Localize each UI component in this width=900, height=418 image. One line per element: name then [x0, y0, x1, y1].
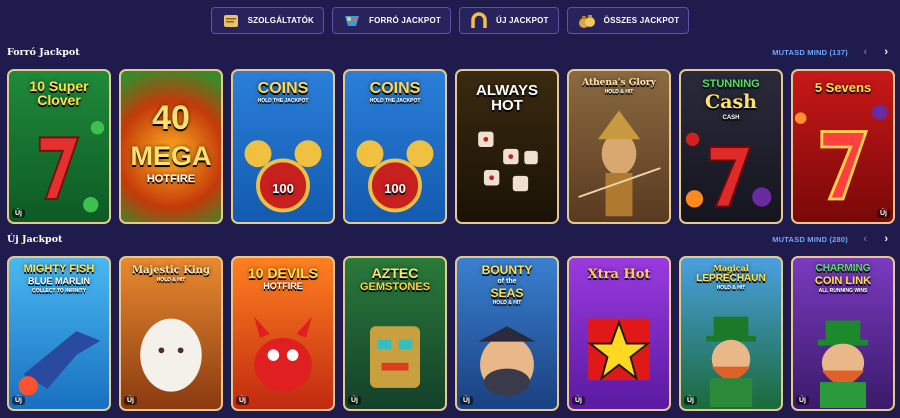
- section-title: Forró Jackpot: [7, 47, 80, 58]
- game-card[interactable]: Xtra Hot Új: [567, 256, 671, 411]
- game-title: Athena's Glory: [582, 78, 656, 88]
- show-all-link[interactable]: MUTASD MIND (280): [772, 235, 848, 244]
- hot-section-header: Forró Jackpot MUTASD MIND (137) ‹ ›: [0, 46, 900, 65]
- new-games-row: MIGHTY FISH BLUE MARLIN COLLECT TO INFIN…: [7, 256, 897, 412]
- game-card[interactable]: COINS HOLD THE JACKPOT 100: [343, 69, 447, 224]
- game-title: BOUNTY: [481, 263, 533, 277]
- tab-providers[interactable]: SZOLGÁLTATÓK: [210, 7, 325, 34]
- game-subtitle: ALL RUNNING WINS: [818, 288, 868, 294]
- new-badge: Új: [348, 396, 361, 405]
- new-badge: Új: [12, 209, 25, 218]
- gem-cup-icon: [341, 12, 363, 30]
- game-card[interactable]: ALWAYS HOT: [455, 69, 559, 224]
- prev-arrow-icon[interactable]: ‹: [863, 46, 867, 58]
- next-arrow-icon[interactable]: ›: [884, 46, 888, 58]
- game-subtitle: COIN LINK: [814, 275, 872, 287]
- game-subtitle: MEGA: [130, 141, 212, 171]
- game-title: Xtra Hot: [587, 267, 651, 282]
- tab-hot-jackpot[interactable]: FORRÓ JACKPOT: [332, 7, 451, 34]
- game-card[interactable]: 5 Sevens Új: [791, 69, 895, 224]
- new-section-header: Új Jackpot MUTASD MIND (280) ‹ ›: [0, 233, 900, 252]
- game-title: 10 DEVILS: [247, 265, 319, 281]
- hot-games-row: 10 Super Clover Új 40 MEGA HOTFIRE COINS …: [7, 69, 897, 225]
- game-card[interactable]: AZTEC GEMSTONES Új: [343, 256, 447, 411]
- new-badge: Új: [877, 209, 890, 218]
- game-subtitle: CASH: [722, 115, 740, 121]
- game-subtitle: HOTFIRE: [146, 173, 196, 185]
- game-subtitle: BLUE MARLIN: [28, 276, 90, 286]
- game-title: 5 Sevens: [814, 80, 872, 95]
- next-arrow-icon[interactable]: ›: [884, 233, 888, 245]
- jackpot-nav: SZOLGÁLTATÓK FORRÓ JACKPOT ÚJ JACKPOT ÖS…: [0, 0, 900, 38]
- prev-arrow-icon[interactable]: ‹: [863, 233, 867, 245]
- new-badge: Új: [684, 396, 697, 405]
- section-title: Új Jackpot: [7, 234, 63, 245]
- game-title: STUNNING: [702, 78, 760, 90]
- tab-label: SZOLGÁLTATÓK: [247, 16, 315, 25]
- game-title: COINS: [257, 80, 309, 97]
- game-title: Magical: [713, 263, 749, 273]
- game-card[interactable]: STUNNING Cash CASH: [679, 69, 783, 224]
- tab-new-jackpot[interactable]: ÚJ JACKPOT: [458, 7, 559, 34]
- game-subtitle: SEAS: [490, 286, 524, 300]
- game-card[interactable]: 10 DEVILS HOTFIRE Új: [231, 256, 335, 411]
- game-title: 10 Super Clover: [29, 78, 89, 108]
- new-badge: Új: [460, 396, 473, 405]
- game-subtitle: of the: [497, 278, 517, 285]
- game-card[interactable]: CHARMING COIN LINK ALL RUNNING WINS Új: [791, 256, 895, 411]
- game-subtitle: Cash: [705, 91, 757, 113]
- tab-all-jackpot[interactable]: ÖSSZES JACKPOT: [566, 7, 690, 34]
- game-subtitle: HOLD & HIT: [156, 277, 186, 283]
- game-title: Majestic King: [132, 265, 210, 276]
- game-card[interactable]: BOUNTY of the SEAS HOLD & HIT Új: [455, 256, 559, 411]
- game-title: 40: [152, 99, 190, 137]
- coin-value: 100: [272, 181, 294, 196]
- game-subtitle: HOLD THE JACKPOT: [257, 98, 309, 104]
- game-subtitle: GEMSTONES: [359, 281, 431, 293]
- tab-label: ÖSSZES JACKPOT: [603, 16, 680, 25]
- new-badge: Új: [236, 396, 249, 405]
- game-subtitle: LEPRECHAUN: [696, 273, 766, 284]
- game-subtitle: HOLD & HIT: [716, 285, 746, 291]
- horseshoe-icon: [468, 11, 490, 30]
- scroll-icon: [220, 12, 242, 30]
- new-badge: Új: [124, 396, 137, 405]
- game-subtitle: HOTFIRE: [263, 281, 303, 291]
- new-badge: Új: [572, 396, 585, 405]
- game-card[interactable]: 10 Super Clover Új: [7, 69, 111, 224]
- game-card[interactable]: Magical LEPRECHAUN HOLD & HIT Új: [679, 256, 783, 411]
- game-card[interactable]: Athena's Glory HOLD & HIT: [567, 69, 671, 224]
- game-title: CHARMING: [815, 263, 871, 274]
- game-card[interactable]: Majestic King HOLD & HIT Új: [119, 256, 223, 411]
- show-all-link[interactable]: MUTASD MIND (137): [772, 48, 848, 57]
- game-card[interactable]: COINS HOLD THE JACKPOT 100: [231, 69, 335, 224]
- coin-value: 100: [384, 181, 406, 196]
- money-bags-icon: [576, 12, 598, 30]
- game-subtitle: HOLD & HIT: [492, 300, 522, 306]
- new-badge: Új: [796, 396, 809, 405]
- game-subtitle: COLLECT TO INFINITY: [31, 288, 87, 294]
- game-card[interactable]: 40 MEGA HOTFIRE: [119, 69, 223, 224]
- game-card[interactable]: MIGHTY FISH BLUE MARLIN COLLECT TO INFIN…: [7, 256, 111, 411]
- game-title: AZTEC: [371, 265, 419, 281]
- game-subtitle: HOLD THE JACKPOT: [369, 98, 421, 104]
- game-subtitle: HOLD & HIT: [604, 89, 634, 95]
- new-badge: Új: [12, 396, 25, 405]
- game-title: ALWAYS HOT: [476, 82, 538, 114]
- game-title: MIGHTY FISH: [23, 263, 95, 275]
- tab-label: FORRÓ JACKPOT: [369, 16, 441, 25]
- game-title: COINS: [369, 80, 421, 97]
- tab-label: ÚJ JACKPOT: [495, 16, 549, 25]
